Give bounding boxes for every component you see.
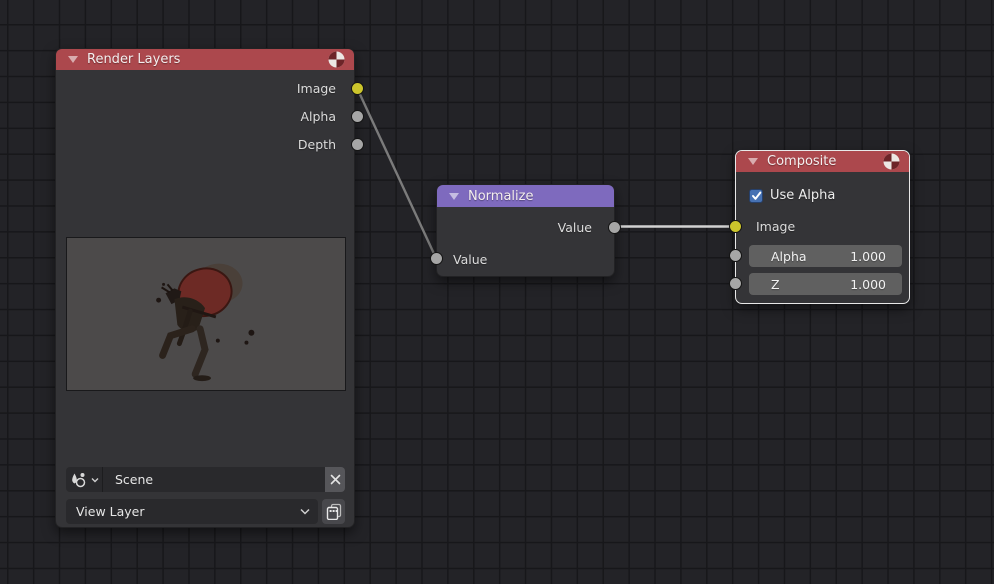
socket-composite-alpha-input[interactable] xyxy=(729,249,742,262)
scene-name-field[interactable]: Scene xyxy=(103,467,325,492)
scene-clear-button[interactable] xyxy=(325,467,345,492)
close-icon xyxy=(330,474,341,485)
view-layer-value: View Layer xyxy=(76,504,145,519)
node-title: Render Layers xyxy=(87,52,180,67)
socket-normalize-value-input[interactable] xyxy=(430,252,443,265)
collapse-triangle-icon[interactable] xyxy=(68,56,78,63)
checkbox-checked[interactable] xyxy=(749,189,763,203)
use-alpha-toggle[interactable]: Use Alpha xyxy=(749,188,835,203)
alpha-value-field[interactable]: Alpha 1.000 xyxy=(749,245,902,267)
normalize-header[interactable]: Normalize xyxy=(437,185,614,207)
z-field-label: Z xyxy=(771,277,780,292)
output-label-value: Value xyxy=(558,219,592,237)
scene-browse-button[interactable] xyxy=(66,467,103,492)
socket-composite-image-input[interactable] xyxy=(729,220,742,233)
socket-render-layers-image-output[interactable] xyxy=(351,82,364,95)
output-label-alpha: Alpha xyxy=(300,108,336,126)
view-layer-new-button[interactable] xyxy=(322,499,345,524)
view-layer-icon xyxy=(325,503,342,520)
use-alpha-label: Use Alpha xyxy=(770,188,835,203)
material-preview-icon[interactable] xyxy=(883,153,900,170)
socket-render-layers-depth-output[interactable] xyxy=(351,138,364,151)
view-layer-dropdown[interactable]: View Layer xyxy=(66,499,318,524)
input-label-image: Image xyxy=(756,218,795,236)
node-title: Composite xyxy=(767,154,836,169)
socket-normalize-value-output[interactable] xyxy=(608,221,621,234)
render-layers-header[interactable]: Render Layers xyxy=(56,49,354,70)
socket-render-layers-alpha-output[interactable] xyxy=(351,110,364,123)
material-preview-icon[interactable] xyxy=(328,51,345,68)
preview-image xyxy=(66,237,346,391)
view-layer-row: View Layer xyxy=(66,499,345,524)
node-composite[interactable]: Composite Use Alpha Image Alpha 1.000 Z xyxy=(735,150,910,304)
link-image-to-normalize[interactable] xyxy=(357,88,436,258)
chevron-down-icon xyxy=(300,508,310,515)
z-field-value: 1.000 xyxy=(850,277,886,292)
alpha-field-label: Alpha xyxy=(771,249,807,264)
scene-name: Scene xyxy=(115,472,153,487)
z-value-field[interactable]: Z 1.000 xyxy=(749,273,902,295)
input-label-value: Value xyxy=(453,251,487,269)
scene-selector-row: Scene xyxy=(66,467,345,492)
composite-header[interactable]: Composite xyxy=(736,151,909,172)
checkmark-icon xyxy=(751,191,762,201)
socket-composite-z-input[interactable] xyxy=(729,277,742,290)
node-editor-canvas[interactable]: Render Layers Image Alpha Depth xyxy=(0,0,994,584)
collapse-triangle-icon[interactable] xyxy=(748,158,758,165)
node-render-layers[interactable]: Render Layers Image Alpha Depth xyxy=(55,48,355,528)
output-label-image: Image xyxy=(297,80,336,98)
node-normalize[interactable]: Normalize Value Value xyxy=(436,184,615,277)
scene-icon xyxy=(69,472,89,488)
node-title: Normalize xyxy=(468,189,533,204)
alpha-field-value: 1.000 xyxy=(850,249,886,264)
output-label-depth: Depth xyxy=(298,136,336,154)
chevron-down-icon xyxy=(91,477,99,483)
collapse-triangle-icon[interactable] xyxy=(449,193,459,200)
